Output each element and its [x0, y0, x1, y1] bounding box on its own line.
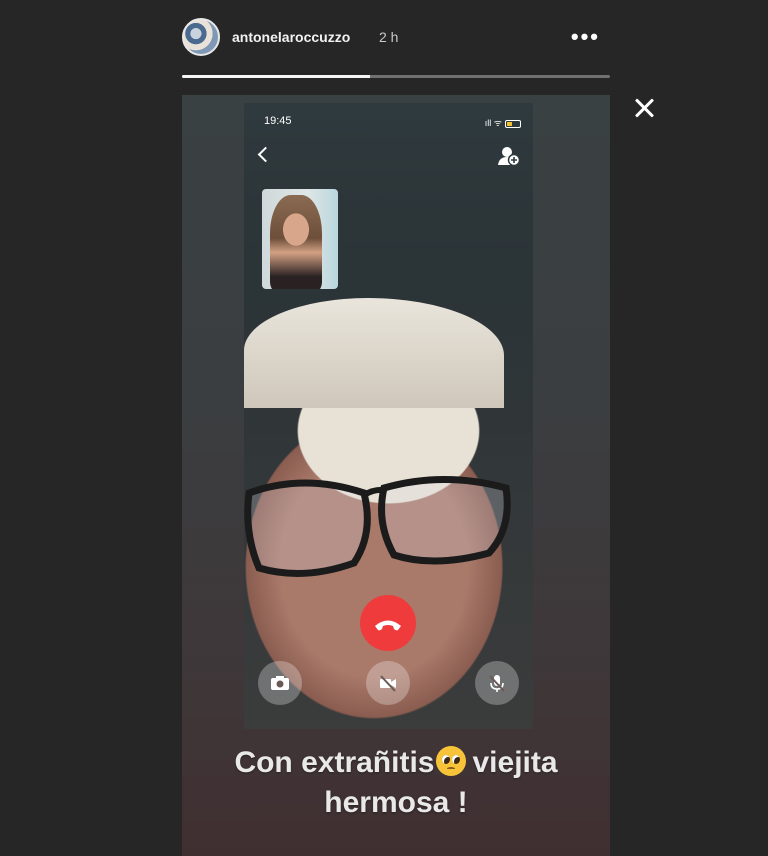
caption-line-2: hermosa !: [324, 786, 468, 819]
close-icon[interactable]: [630, 94, 658, 122]
avatar[interactable]: [182, 18, 220, 56]
story-progress-fill: [182, 75, 371, 78]
video-off-icon[interactable]: [366, 661, 410, 705]
story-media[interactable]: 19:45 ıll ᯤ Con extrañitis viejita hermo…: [182, 95, 610, 856]
caller-headscarf: [244, 298, 504, 408]
pleading-face-emoji: [436, 746, 467, 776]
timestamp: 2 h: [379, 29, 399, 45]
phone-hangup-icon[interactable]: [360, 595, 416, 651]
battery-icon: [505, 119, 521, 128]
self-view-video[interactable]: [262, 189, 338, 289]
status-time: 19:45: [264, 115, 292, 127]
story-header: antonelaroccuzzo 2 h •••: [182, 16, 610, 60]
caller-glasses: [244, 463, 514, 583]
story-viewer: antonelaroccuzzo 2 h ••• 19:45 ıll ᯤ Con…: [0, 0, 768, 856]
caption-line-1: Con extrañitis viejita: [234, 746, 558, 779]
story-caption: Con extrañitis viejita hermosa !: [182, 743, 610, 823]
signal-wifi-icon: ıll ᯤ: [485, 116, 521, 129]
more-horizontal-icon[interactable]: •••: [571, 24, 600, 50]
mic-off-icon[interactable]: [475, 661, 519, 705]
username[interactable]: antonelaroccuzzo: [232, 29, 350, 45]
video-call-screenshot: 19:45 ıll ᯤ: [244, 103, 533, 729]
add-person-icon[interactable]: [497, 145, 521, 167]
chevron-left-icon[interactable]: [254, 143, 274, 167]
camera-switch-icon[interactable]: [258, 661, 302, 705]
story-progress-bar: [182, 75, 610, 78]
status-bar: 19:45 ıll ᯤ: [244, 103, 533, 131]
